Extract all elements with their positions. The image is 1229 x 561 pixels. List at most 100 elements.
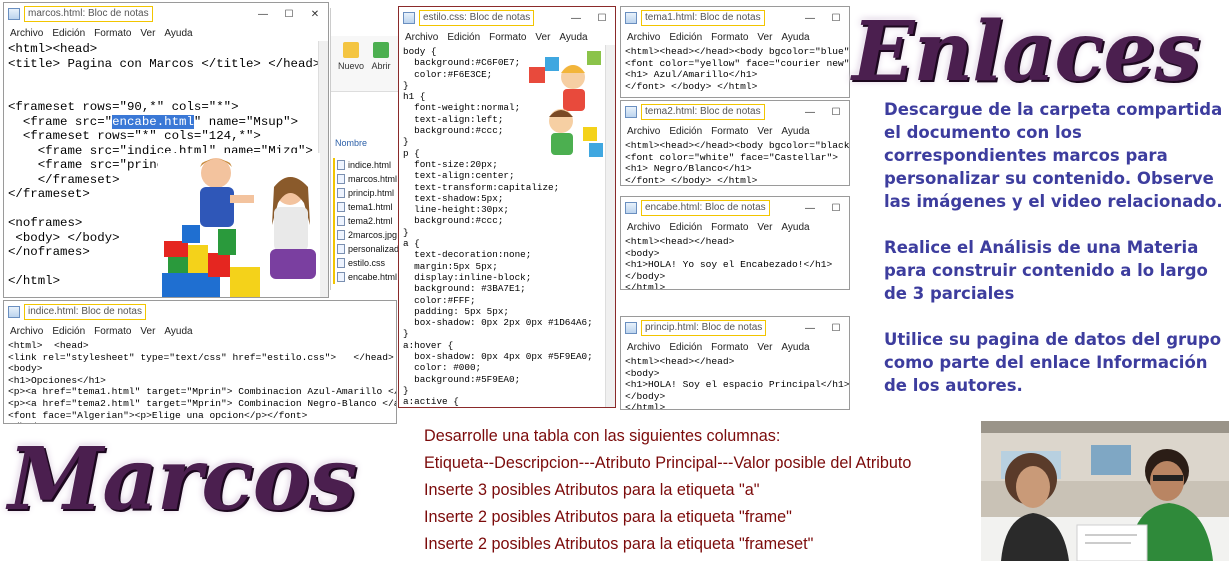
title-bar[interactable]: indice.html: Bloc de notas [4, 301, 396, 323]
menu-edicion[interactable]: Edición [669, 222, 702, 233]
title-bar[interactable]: marcos.html: Bloc de notas — ☐ ✕ [4, 3, 328, 25]
menu-formato[interactable]: Formato [711, 222, 748, 233]
menu-archivo[interactable]: Archivo [627, 342, 660, 353]
indice-notepad-window[interactable]: indice.html: Bloc de notas Archivo Edici… [3, 300, 397, 424]
estilo-notepad-window[interactable]: estilo.css: Bloc de notas — ☐ Archivo Edi… [398, 6, 616, 408]
explorer-ribbon: Nuevo Abrir [331, 36, 399, 92]
menu-ver[interactable]: Ver [757, 222, 772, 233]
file-list: indice.html marcos.html princip.html tema1.… [333, 158, 404, 284]
file-icon [337, 174, 345, 184]
title-bar[interactable]: tema1.html: Bloc de notas — ☐ [621, 7, 849, 29]
maximize-icon[interactable]: ☐ [276, 9, 302, 20]
menu-ver[interactable]: Ver [140, 326, 155, 337]
students-photo [981, 421, 1229, 561]
menu-edicion[interactable]: Edición [669, 126, 702, 137]
minimize-icon[interactable]: — [563, 13, 589, 24]
menu-edicion[interactable]: Edición [669, 32, 702, 43]
minimize-icon[interactable]: — [797, 107, 823, 118]
menu-ayuda[interactable]: Ayuda [781, 222, 809, 233]
file-icon [337, 188, 345, 198]
maximize-icon[interactable]: ☐ [823, 323, 849, 334]
nuevo-button[interactable]: Nuevo [337, 42, 365, 71]
text-editor[interactable]: <html> <head> <link rel="stylesheet" typ… [4, 339, 396, 423]
menu-archivo[interactable]: Archivo [627, 126, 660, 137]
close-icon[interactable]: ✕ [302, 9, 328, 20]
menu-edicion[interactable]: Edición [447, 32, 480, 43]
file-list-item[interactable]: encabe.html [335, 270, 397, 284]
file-list-item[interactable]: princip.html [335, 186, 397, 200]
file-list-item[interactable]: estilo.css [335, 256, 397, 270]
notepad-icon [625, 202, 637, 214]
menu-formato[interactable]: Formato [94, 28, 131, 39]
text-editor[interactable]: <html><head></head><body bgcolor="blue">… [621, 45, 849, 93]
file-icon [337, 244, 345, 254]
menu-archivo[interactable]: Archivo [627, 32, 660, 43]
menu-formato[interactable]: Formato [711, 126, 748, 137]
window-title: princip.html: Bloc de notas [641, 320, 767, 336]
file-list-item[interactable]: indice.html [335, 158, 397, 172]
window-title: estilo.css: Bloc de notas [419, 10, 535, 26]
column-header-nombre[interactable]: Nombre [335, 138, 367, 148]
marcos-notepad-window[interactable]: marcos.html: Bloc de notas — ☐ ✕ Archivo E… [3, 2, 329, 298]
menu-ayuda[interactable]: Ayuda [781, 342, 809, 353]
menu-ver[interactable]: Ver [140, 28, 155, 39]
notepad-icon [403, 12, 415, 24]
file-name: personalizado [348, 244, 405, 254]
menu-archivo[interactable]: Archivo [10, 326, 43, 337]
menu-edicion[interactable]: Edición [669, 342, 702, 353]
title-bar[interactable]: princip.html: Bloc de notas — ☐ [621, 317, 849, 339]
menu-edicion[interactable]: Edición [52, 326, 85, 337]
menu-ayuda[interactable]: Ayuda [559, 32, 587, 43]
abrir-label: Abrir [371, 61, 391, 71]
text-editor[interactable]: <html><head></head> <body> <h1>HOLA! Yo … [621, 235, 849, 289]
tema2-notepad-window[interactable]: tema2.html: Bloc de notas — ☐ Archivo Edi… [620, 100, 850, 186]
minimize-icon[interactable]: — [797, 323, 823, 334]
minimize-icon[interactable]: — [797, 13, 823, 24]
abrir-button[interactable]: Abrir [367, 42, 395, 71]
file-list-item[interactable]: tema1.html [335, 200, 397, 214]
menu-formato[interactable]: Formato [489, 32, 526, 43]
enlaces-instructions: Descargue de la carpeta compartida el do… [884, 98, 1224, 397]
menu-ver[interactable]: Ver [757, 126, 772, 137]
maximize-icon[interactable]: ☐ [823, 13, 849, 24]
menu-ayuda[interactable]: Ayuda [164, 28, 192, 39]
selected-text: encabe.html [112, 114, 194, 129]
file-name: princip.html [348, 188, 395, 198]
menu-ayuda[interactable]: Ayuda [164, 326, 192, 337]
menu-archivo[interactable]: Archivo [405, 32, 438, 43]
text-editor[interactable]: <html><head></head> <body> <h1>HOLA! Soy… [621, 355, 849, 409]
minimize-icon[interactable]: — [250, 9, 276, 20]
file-list-item[interactable]: marcos.html [335, 172, 397, 186]
encabe-notepad-window[interactable]: encabe.html: Bloc de notas — ☐ Archivo Ed… [620, 196, 850, 290]
file-icon [337, 216, 345, 226]
menu-archivo[interactable]: Archivo [10, 28, 43, 39]
tema1-notepad-window[interactable]: tema1.html: Bloc de notas — ☐ Archivo Edi… [620, 6, 850, 98]
menu-ver[interactable]: Ver [757, 342, 772, 353]
file-list-item[interactable]: 2marcos.jpg [335, 228, 397, 242]
menu-formato[interactable]: Formato [711, 32, 748, 43]
notepad-icon [625, 106, 637, 118]
menu-edicion[interactable]: Edición [52, 28, 85, 39]
nuevo-label: Nuevo [337, 61, 364, 71]
maximize-icon[interactable]: ☐ [823, 203, 849, 214]
menu-formato[interactable]: Formato [94, 326, 131, 337]
file-list-item[interactable]: personalizado [335, 242, 404, 256]
menu-ver[interactable]: Ver [757, 32, 772, 43]
enlaces-title: Enlaces [852, 4, 1201, 100]
maximize-icon[interactable]: ☐ [823, 107, 849, 118]
menu-ver[interactable]: Ver [535, 32, 550, 43]
vertical-scrollbar[interactable] [605, 45, 615, 407]
menu-archivo[interactable]: Archivo [627, 222, 660, 233]
close-icon[interactable]: ☐ [589, 13, 615, 24]
title-bar[interactable]: tema2.html: Bloc de notas — ☐ [621, 101, 849, 123]
title-bar[interactable]: estilo.css: Bloc de notas — ☐ [399, 7, 615, 29]
text-editor[interactable]: <html><head></head><body bgcolor="black"… [621, 139, 849, 185]
menu-ayuda[interactable]: Ayuda [781, 126, 809, 137]
file-list-item[interactable]: tema2.html [335, 214, 397, 228]
notepad-icon [625, 322, 637, 334]
title-bar[interactable]: encabe.html: Bloc de notas — ☐ [621, 197, 849, 219]
menu-formato[interactable]: Formato [711, 342, 748, 353]
menu-ayuda[interactable]: Ayuda [781, 32, 809, 43]
minimize-icon[interactable]: — [797, 203, 823, 214]
princip-notepad-window[interactable]: princip.html: Bloc de notas — ☐ Archivo E… [620, 316, 850, 410]
